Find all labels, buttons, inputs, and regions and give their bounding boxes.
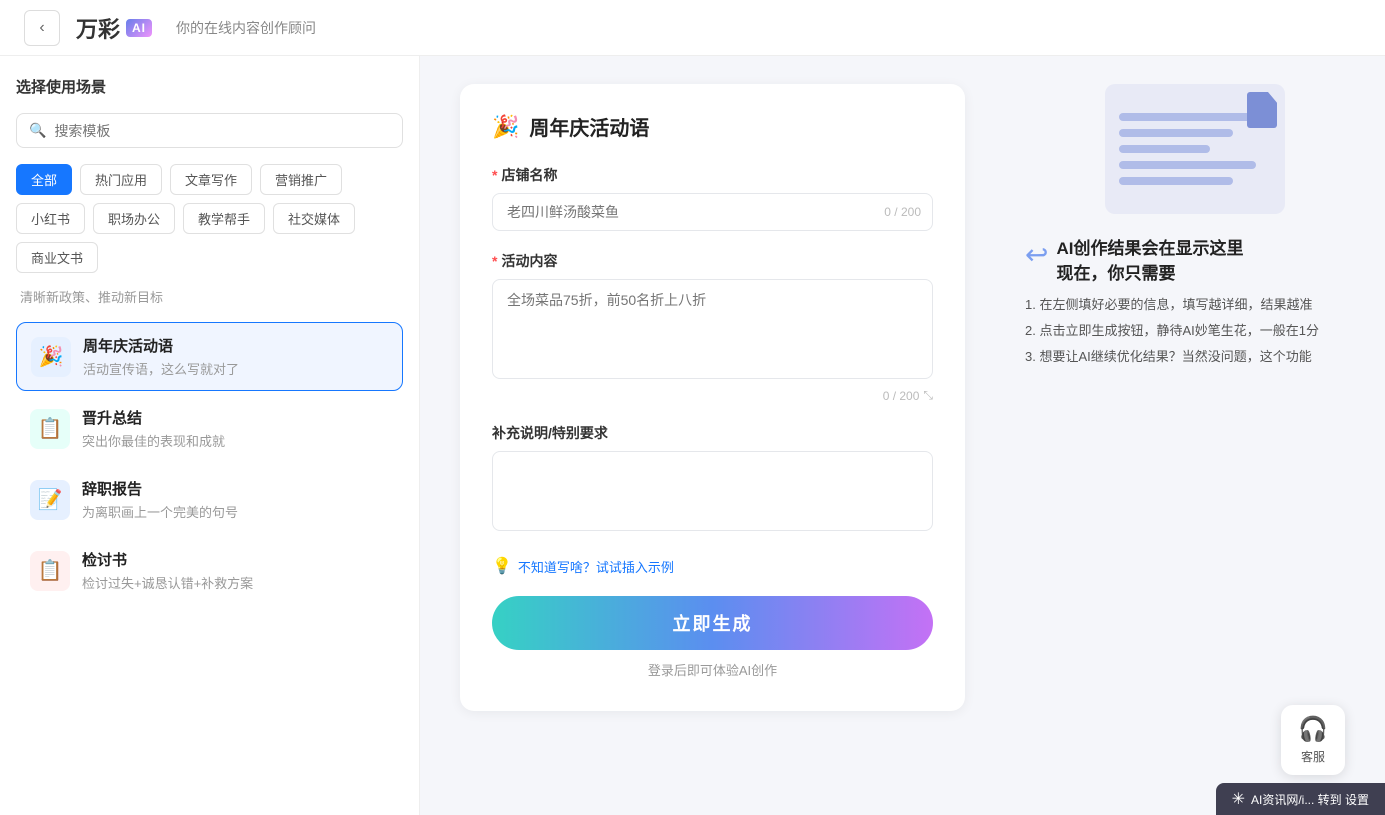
illus-line-1 [1119,113,1256,121]
store-name-input-wrap: 0 / 200 [492,193,933,231]
tag-btn-教学帮手[interactable]: 教学帮手 [183,203,265,234]
tip-item-0: 1. 在左侧填好必要的信息，填写越详细，结果越准 [1025,292,1319,318]
result-title-line2: 现在，你只需要 [1056,259,1243,284]
illus-line-3 [1119,145,1210,153]
sidebar-title: 选择使用场景 [16,76,403,97]
template-name-anniversary: 周年庆活动语 [83,335,239,356]
tip-item-2: 3. 想要让AI继续优化结果？当然没问题，这个功能 [1025,344,1319,370]
illus-line-4 [1119,161,1256,169]
cs-label: 客服 [1301,748,1325,765]
form-title-icon: 🎉 [492,114,519,140]
customer-service-button[interactable]: 🎧 客服 [1281,705,1345,775]
template-item-promotion[interactable]: 📋 晋升总结 突出你最佳的表现和成就 [16,395,403,462]
logo: 万彩 AI [76,12,152,44]
tag-filter-row-3: 商业文书 [16,242,403,273]
activity-counter: 0 / 200 [883,389,920,403]
resize-handle: ⤡ [923,388,933,403]
back-button[interactable]: ‹ [24,10,60,46]
template-desc-resignation: 为离职画上一个完美的句号 [82,502,238,521]
template-icon-review: 📋 [30,551,70,591]
template-text-anniversary: 周年庆活动语 活动宣传语，这么写就对了 [83,335,239,378]
sidebar: 选择使用场景 🔍 全部热门应用文章写作营销推广 小红书职场办公教学帮手社交媒体 … [0,56,420,815]
tag-btn-全部[interactable]: 全部 [16,164,72,195]
watermark-text: AI资讯网/i... 转到 设置 [1251,791,1369,808]
template-desc-review: 检讨过失+诚恳认错+补救方案 [82,573,253,592]
content-area: 🎉 周年庆活动语 * 店铺名称 0 / 200 * 活动内容 [420,56,1005,815]
template-name-review: 检讨书 [82,549,253,570]
search-icon: 🔍 [29,122,46,139]
template-name-promotion: 晋升总结 [82,407,225,428]
header-subtitle: 你的在线内容创作顾问 [176,18,316,38]
illus-corner [1247,92,1277,128]
supplement-label: 补充说明/特别要求 [492,423,933,443]
ai-result-title: AI创作结果会在显示这里 现在，你只需要 [1056,234,1243,284]
illustration [1105,84,1285,214]
template-text-resignation: 辞职报告 为离职画上一个完美的句号 [82,478,238,521]
generate-button[interactable]: 立即生成 [492,596,933,650]
form-card: 🎉 周年庆活动语 * 店铺名称 0 / 200 * 活动内容 [460,84,965,711]
template-desc-promotion: 突出你最佳的表现和成就 [82,431,225,450]
search-box: 🔍 [16,113,403,148]
logo-badge: AI [126,19,152,37]
tag-filter-row-2: 小红书职场办公教学帮手社交媒体 [16,203,403,234]
illus-card [1105,84,1285,214]
hint-link[interactable]: 不知道写啥？试试插入示例 [518,557,674,576]
required-mark-2: * [492,253,497,269]
tag-btn-社交媒体[interactable]: 社交媒体 [273,203,355,234]
tag-btn-热门应用[interactable]: 热门应用 [80,164,162,195]
template-icon-resignation: 📝 [30,480,70,520]
form-title: 🎉 周年庆活动语 [492,112,933,141]
template-text-promotion: 晋升总结 突出你最佳的表现和成就 [82,407,225,450]
ai-result-arrow: ↩ AI创作结果会在显示这里 现在，你只需要 [1025,234,1243,284]
tag-btn-小红书[interactable]: 小红书 [16,203,85,234]
watermark-icon: ✳ [1232,789,1245,809]
required-mark: * [492,167,497,183]
activity-label: * 活动内容 [492,251,933,271]
illus-line-5 [1119,177,1233,185]
tag-filter-row: 全部热门应用文章写作营销推广 [16,164,403,195]
template-text-review: 检讨书 检讨过失+诚恳认错+补救方案 [82,549,253,592]
search-input[interactable] [54,123,390,139]
template-item-resignation[interactable]: 📝 辞职报告 为离职画上一个完美的句号 [16,466,403,533]
section-label: 清晰新政策、推动新目标 [16,281,403,310]
template-item-review[interactable]: 📋 检讨书 检讨过失+诚恳认错+补救方案 [16,537,403,604]
template-item-anniversary[interactable]: 🎉 周年庆活动语 活动宣传语，这么写就对了 [16,322,403,391]
logo-text: 万彩 [76,12,120,44]
store-name-counter: 0 / 200 [884,205,921,219]
login-hint: 登录后即可体验AI创作 [492,660,933,679]
main-layout: 选择使用场景 🔍 全部热门应用文章写作营销推广 小红书职场办公教学帮手社交媒体 … [0,56,1385,815]
store-name-field: * 店铺名称 0 / 200 [492,165,933,231]
template-icon-anniversary: 🎉 [31,337,71,377]
watermark-bar: ✳ AI资讯网/i... 转到 设置 [1216,783,1385,815]
cs-icon: 🎧 [1298,715,1328,744]
tips-list: 1. 在左侧填好必要的信息，填写越详细，结果越准2. 点击立即生成按钮，静待AI… [1025,292,1319,370]
right-panel: ↩ AI创作结果会在显示这里 现在，你只需要 1. 在左侧填好必要的信息，填写越… [1005,56,1385,815]
arrow-icon: ↩ [1025,238,1048,271]
tag-btn-文章写作[interactable]: 文章写作 [170,164,252,195]
activity-input-wrap: 0 / 200 ⤡ [492,279,933,403]
result-title-line1: AI创作结果会在显示这里 [1056,234,1243,259]
template-icon-promotion: 📋 [30,409,70,449]
illus-line-2 [1119,129,1233,137]
activity-footer: 0 / 200 ⤡ [492,388,933,403]
form-title-text: 周年庆活动语 [529,112,649,141]
activity-field: * 活动内容 0 / 200 ⤡ [492,251,933,403]
supplement-textarea[interactable] [492,451,933,531]
hint-icon: 💡 [492,556,512,576]
store-name-input[interactable] [492,193,933,231]
supplement-field: 补充说明/特别要求 [492,423,933,536]
template-name-resignation: 辞职报告 [82,478,238,499]
template-desc-anniversary: 活动宣传语，这么写就对了 [83,359,239,378]
hint-row: 💡 不知道写啥？试试插入示例 [492,556,933,576]
tip-item-1: 2. 点击立即生成按钮，静待AI妙笔生花，一般在1分 [1025,318,1319,344]
activity-textarea[interactable] [492,279,933,379]
tag-btn-商业文书[interactable]: 商业文书 [16,242,98,273]
template-list: 🎉 周年庆活动语 活动宣传语，这么写就对了 📋 晋升总结 突出你最佳的表现和成就… [16,322,403,604]
app-header: ‹ 万彩 AI 你的在线内容创作顾问 [0,0,1385,56]
store-name-label: * 店铺名称 [492,165,933,185]
tag-btn-营销推广[interactable]: 营销推广 [260,164,342,195]
tag-btn-职场办公[interactable]: 职场办公 [93,203,175,234]
